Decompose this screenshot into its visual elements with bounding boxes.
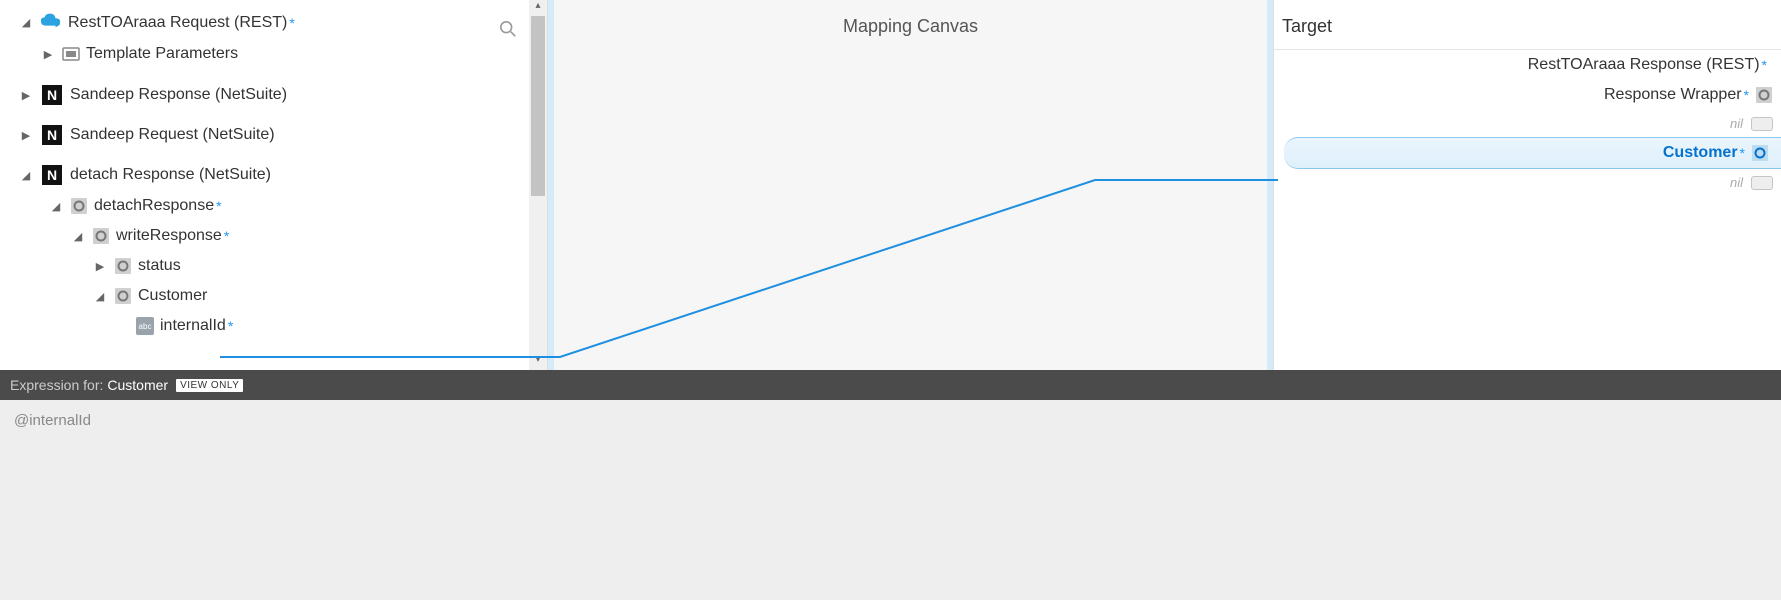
view-only-badge: VIEW ONLY: [176, 379, 243, 392]
target-panel: Target RestTOAraaa Response (REST) * Res…: [1273, 0, 1781, 370]
cloud-icon: [34, 12, 68, 33]
source-scrollbar[interactable]: ▴ ▾: [529, 0, 547, 370]
expand-icon[interactable]: ▶: [18, 89, 34, 102]
expression-header: Expression for: Customer VIEW ONLY: [0, 370, 1781, 400]
expression-text: @internalId: [14, 412, 91, 429]
target-row-nil-2[interactable]: nil: [1274, 169, 1781, 196]
param-icon: [62, 45, 80, 63]
tree-node-customer-source[interactable]: ◢ Customer: [0, 281, 547, 311]
object-icon: [1751, 144, 1769, 162]
tree-node-detach-response[interactable]: ◢ N detach Response (NetSuite): [0, 159, 547, 191]
object-icon: [114, 287, 132, 305]
asterisk-icon: *: [289, 15, 294, 31]
tree-label: Sandeep Request (NetSuite): [70, 126, 275, 144]
tree-node-writeresponse[interactable]: ◢ writeResponse *: [0, 221, 547, 251]
search-icon[interactable]: [499, 20, 517, 41]
expand-icon[interactable]: ▶: [92, 260, 108, 273]
asterisk-icon: *: [224, 228, 229, 244]
expression-field: Customer: [107, 377, 168, 393]
nil-label: nil: [1730, 116, 1743, 131]
tree-node-detachresponse[interactable]: ◢ detachResponse *: [0, 191, 547, 221]
nil-label: nil: [1730, 175, 1743, 190]
tree-label: Template Parameters: [86, 45, 238, 63]
target-label: Customer: [1663, 144, 1738, 162]
tree-label: RestTOAraaa Request (REST): [68, 14, 287, 32]
tree-label: status: [138, 257, 181, 275]
scrollbar-thumb[interactable]: [531, 16, 545, 196]
collapse-icon[interactable]: ◢: [18, 169, 34, 182]
expand-icon[interactable]: ▶: [18, 129, 34, 142]
collapse-icon[interactable]: ◢: [18, 16, 34, 29]
netsuite-icon: N: [42, 125, 62, 145]
target-header: Target: [1274, 0, 1781, 50]
pill-icon: [1751, 117, 1773, 131]
source-panel: ◢ RestTOAraaa Request (REST) * ▶ Templat…: [0, 0, 548, 370]
main-area: ◢ RestTOAraaa Request (REST) * ▶ Templat…: [0, 0, 1781, 370]
tree-label: detachResponse: [94, 197, 214, 215]
collapse-icon[interactable]: ◢: [70, 230, 86, 243]
netsuite-icon: N: [42, 165, 62, 185]
string-type-icon: abc: [136, 317, 154, 335]
mapping-canvas[interactable]: Mapping Canvas: [548, 0, 1273, 370]
tree-node-internalid[interactable]: abc internalId *: [0, 311, 547, 341]
scroll-down-icon[interactable]: ▾: [529, 354, 547, 370]
collapse-icon[interactable]: ◢: [48, 200, 64, 213]
collapse-icon[interactable]: ◢: [92, 290, 108, 303]
asterisk-icon: *: [1744, 87, 1749, 103]
expression-body[interactable]: @internalId: [0, 400, 1781, 600]
tree-label: writeResponse: [116, 227, 222, 245]
tree-node-sandeep-request[interactable]: ▶ N Sandeep Request (NetSuite): [0, 119, 547, 151]
target-row-customer[interactable]: Customer *: [1284, 137, 1781, 169]
object-icon: [70, 197, 88, 215]
asterisk-icon: *: [1740, 145, 1745, 161]
target-row-rest-response[interactable]: RestTOAraaa Response (REST) *: [1274, 50, 1781, 80]
tree-label: Sandeep Response (NetSuite): [70, 86, 287, 104]
tree-label: internalId: [160, 317, 226, 335]
canvas-title: Mapping Canvas: [554, 0, 1267, 53]
object-icon: [114, 257, 132, 275]
tree-node-rest-request[interactable]: ◢ RestTOAraaa Request (REST) *: [0, 6, 547, 39]
asterisk-icon: *: [228, 318, 233, 334]
tree-label: Customer: [138, 287, 207, 305]
tree-node-status[interactable]: ▶ status: [0, 251, 547, 281]
expression-prefix: Expression for:: [10, 377, 103, 393]
tree-label: detach Response (NetSuite): [70, 166, 271, 184]
object-icon: [92, 227, 110, 245]
tree-node-template-params[interactable]: ▶ Template Parameters: [0, 39, 547, 69]
asterisk-icon: *: [216, 198, 221, 214]
object-icon: [1755, 86, 1773, 104]
netsuite-icon: N: [42, 85, 62, 105]
source-tree: ◢ RestTOAraaa Request (REST) * ▶ Templat…: [0, 0, 547, 347]
target-row-response-wrapper[interactable]: Response Wrapper *: [1274, 80, 1781, 110]
target-label: Response Wrapper: [1604, 86, 1742, 104]
target-label: RestTOAraaa Response (REST): [1528, 56, 1760, 74]
expand-icon[interactable]: ▶: [40, 48, 56, 61]
pill-icon: [1751, 176, 1773, 190]
tree-node-sandeep-response[interactable]: ▶ N Sandeep Response (NetSuite): [0, 79, 547, 111]
scroll-up-icon[interactable]: ▴: [529, 0, 547, 16]
asterisk-icon: *: [1762, 57, 1767, 73]
target-row-nil-1[interactable]: nil: [1274, 110, 1781, 137]
